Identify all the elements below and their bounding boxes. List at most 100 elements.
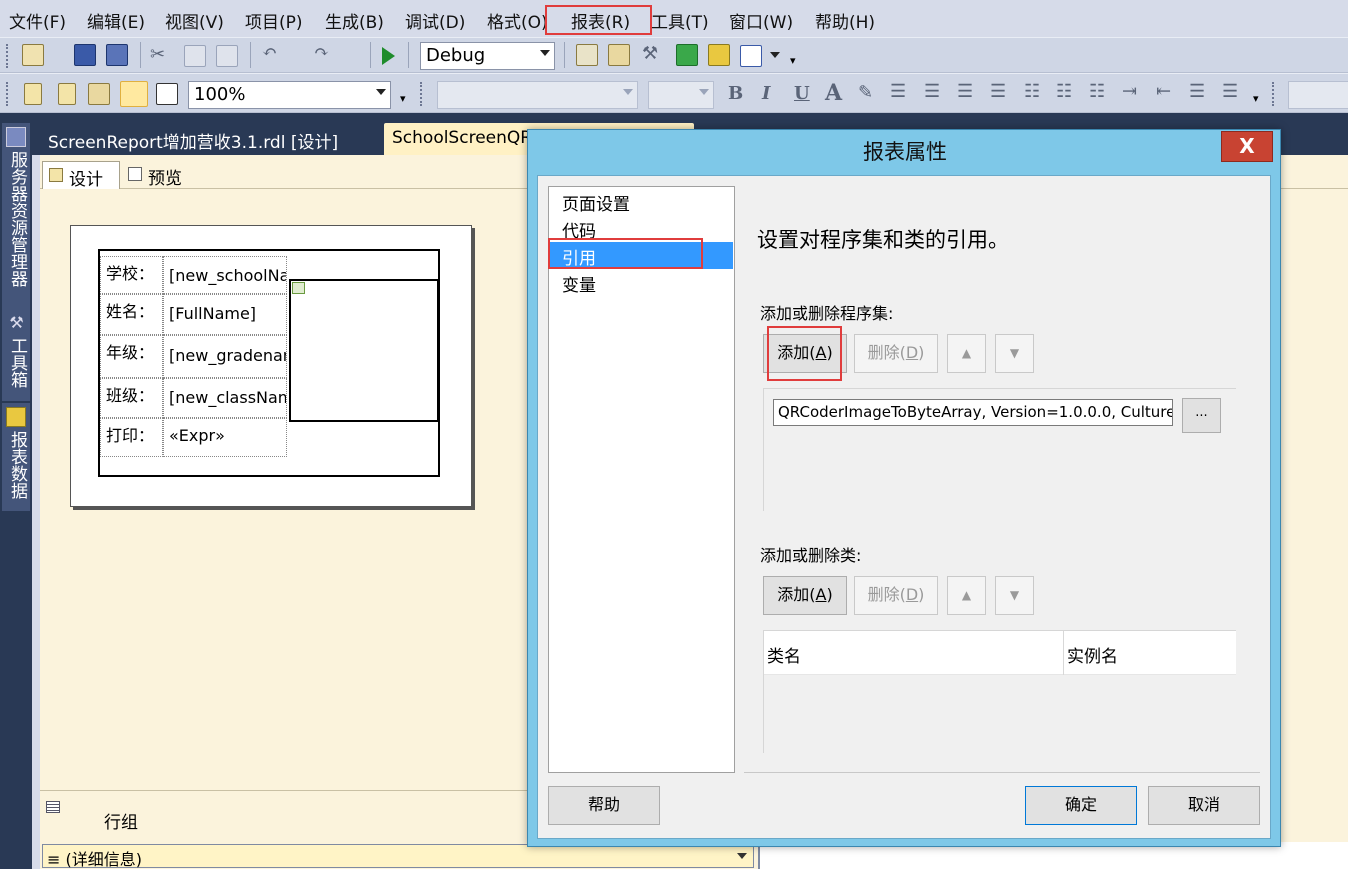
- move-down-class-button[interactable]: ▼: [995, 576, 1034, 615]
- value-school[interactable]: [new_schoolNam: [163, 256, 287, 294]
- copy-icon[interactable]: [184, 45, 206, 67]
- grouping-icon[interactable]: [120, 81, 148, 107]
- undo-icon[interactable]: ↶: [262, 42, 277, 63]
- toolbox-tab[interactable]: ⚒ 工具箱: [2, 309, 30, 401]
- move-up-assembly-button[interactable]: ▲: [947, 334, 986, 373]
- label-school[interactable]: 学校：: [100, 256, 163, 294]
- new-project-icon[interactable]: [22, 44, 44, 66]
- value-name[interactable]: [FullName]: [163, 294, 287, 335]
- menu-report[interactable]: 报表(R): [571, 8, 630, 33]
- menu-build[interactable]: 生成(B): [325, 8, 384, 33]
- zoom-combo[interactable]: 100%: [188, 81, 391, 109]
- report-body[interactable]: 学校： [new_schoolNam 姓名： [FullName] 年级： [n…: [70, 225, 472, 507]
- chevron-down-icon[interactable]: [770, 52, 780, 58]
- assembly-entry-input[interactable]: QRCoderImageToByteArray, Version=1.0.0.0…: [773, 399, 1173, 426]
- report-rectangle[interactable]: 学校： [new_schoolNam 姓名： [FullName] 年级： [n…: [98, 249, 440, 477]
- start-debug-icon[interactable]: [382, 47, 395, 65]
- align-center-icon[interactable]: ☰: [924, 81, 940, 102]
- italic-button[interactable]: I: [762, 83, 770, 104]
- save-all-icon[interactable]: [106, 44, 128, 66]
- numbered-list-icon[interactable]: ☷: [1024, 81, 1040, 102]
- tab-preview[interactable]: 预览: [122, 161, 202, 189]
- line-spacing-icon[interactable]: ☰: [1189, 81, 1205, 102]
- indent-icon[interactable]: ⇥: [1122, 81, 1137, 102]
- configuration-combo[interactable]: Debug: [420, 42, 555, 70]
- menu-view[interactable]: 视图(V): [165, 8, 224, 33]
- label-name[interactable]: 姓名：: [100, 294, 163, 335]
- menu-edit[interactable]: 编辑(E): [87, 8, 145, 33]
- help-button[interactable]: 帮助: [548, 786, 660, 825]
- menu-tools[interactable]: 工具(T): [651, 8, 709, 33]
- align-right-icon[interactable]: ☰: [957, 81, 973, 102]
- underline-button[interactable]: U: [794, 83, 810, 104]
- menu-help[interactable]: 帮助(H): [815, 8, 875, 33]
- report-icon[interactable]: [24, 83, 42, 105]
- toolbar-grip[interactable]: [420, 82, 424, 106]
- label-class[interactable]: 班级：: [100, 378, 163, 418]
- remove-class-button[interactable]: 删除(D): [854, 576, 938, 615]
- class-grid[interactable]: 类名 实例名: [763, 630, 1236, 753]
- add-assembly-button[interactable]: 添加(A): [763, 334, 847, 373]
- font-color-icon[interactable]: A: [825, 80, 842, 106]
- label-grade[interactable]: 年级：: [100, 335, 163, 378]
- toolbar-overflow-icon[interactable]: ▾: [1253, 92, 1259, 105]
- report-data-tab[interactable]: 报表数据: [2, 403, 30, 511]
- column-class-name[interactable]: 类名: [764, 631, 1064, 675]
- cancel-button[interactable]: 取消: [1148, 786, 1260, 825]
- font-name-combo[interactable]: [437, 81, 638, 109]
- value-grade[interactable]: [new_gradename: [163, 335, 287, 378]
- toolbar-overflow-icon[interactable]: ▾: [400, 92, 406, 105]
- ok-button[interactable]: 确定: [1025, 786, 1137, 825]
- server-explorer-tab[interactable]: 服务器资源管理器: [2, 123, 30, 313]
- move-down-assembly-button[interactable]: ▼: [995, 334, 1034, 373]
- toolbar-grip[interactable]: [1272, 82, 1276, 106]
- save-icon[interactable]: [74, 44, 96, 66]
- toolbar-grip[interactable]: [6, 44, 10, 68]
- redo-icon[interactable]: ↷: [314, 42, 329, 63]
- tools-icon[interactable]: ⚒: [642, 43, 658, 64]
- justify-icon[interactable]: ☰: [990, 81, 1006, 102]
- label-print[interactable]: 打印：: [100, 418, 163, 457]
- value-class[interactable]: [new_className: [163, 378, 287, 418]
- align-left-icon[interactable]: ☰: [890, 81, 906, 102]
- qr-image-box[interactable]: [289, 279, 439, 422]
- menu-project[interactable]: 项目(P): [245, 8, 303, 33]
- import-icon[interactable]: [676, 44, 698, 66]
- column-instance-name[interactable]: 实例名: [1064, 631, 1236, 675]
- toolbar-overflow-icon[interactable]: ▾: [790, 54, 796, 67]
- menu-window[interactable]: 窗口(W): [729, 8, 793, 33]
- close-button[interactable]: X: [1221, 131, 1273, 162]
- cut-icon[interactable]: ✂: [150, 44, 165, 65]
- toolbar-grip[interactable]: [6, 82, 10, 106]
- extra-combo[interactable]: [1288, 81, 1348, 109]
- properties-icon[interactable]: [88, 83, 110, 105]
- tab-design[interactable]: 设计: [42, 161, 120, 190]
- bold-button[interactable]: B: [728, 83, 743, 104]
- ruler-icon[interactable]: [156, 83, 178, 105]
- window-icon[interactable]: [740, 45, 762, 67]
- find-icon[interactable]: [576, 44, 598, 66]
- highlight-icon[interactable]: ✎: [858, 82, 873, 103]
- paste-icon[interactable]: [216, 45, 238, 67]
- page-icon[interactable]: [58, 83, 76, 105]
- layout-icon[interactable]: [708, 44, 730, 66]
- list-icon[interactable]: ☷: [1089, 81, 1105, 102]
- browse-assembly-button[interactable]: ...: [1182, 398, 1221, 433]
- properties-icon[interactable]: [608, 44, 630, 66]
- nav-references[interactable]: 引用: [550, 242, 733, 269]
- outdent-icon[interactable]: ⇤: [1156, 81, 1171, 102]
- font-size-combo[interactable]: [648, 81, 714, 109]
- nav-page-setup[interactable]: 页面设置: [550, 188, 733, 215]
- menu-file[interactable]: 文件(F): [9, 8, 66, 33]
- detail-group-item[interactable]: ≡ (详细信息): [42, 844, 754, 869]
- bulleted-list-icon[interactable]: ☷: [1056, 81, 1072, 102]
- paragraph-icon[interactable]: ☰: [1222, 81, 1238, 102]
- menu-debug[interactable]: 调试(D): [405, 8, 465, 33]
- move-up-class-button[interactable]: ▲: [947, 576, 986, 615]
- remove-assembly-button[interactable]: 删除(D): [854, 334, 938, 373]
- value-print[interactable]: «Expr»: [163, 418, 287, 457]
- tab-screenreport[interactable]: ScreenReport增加营收3.1.rdl [设计]: [40, 123, 378, 155]
- nav-variables[interactable]: 变量: [550, 269, 733, 296]
- nav-code[interactable]: 代码: [550, 215, 733, 242]
- chevron-down-icon[interactable]: [737, 853, 747, 859]
